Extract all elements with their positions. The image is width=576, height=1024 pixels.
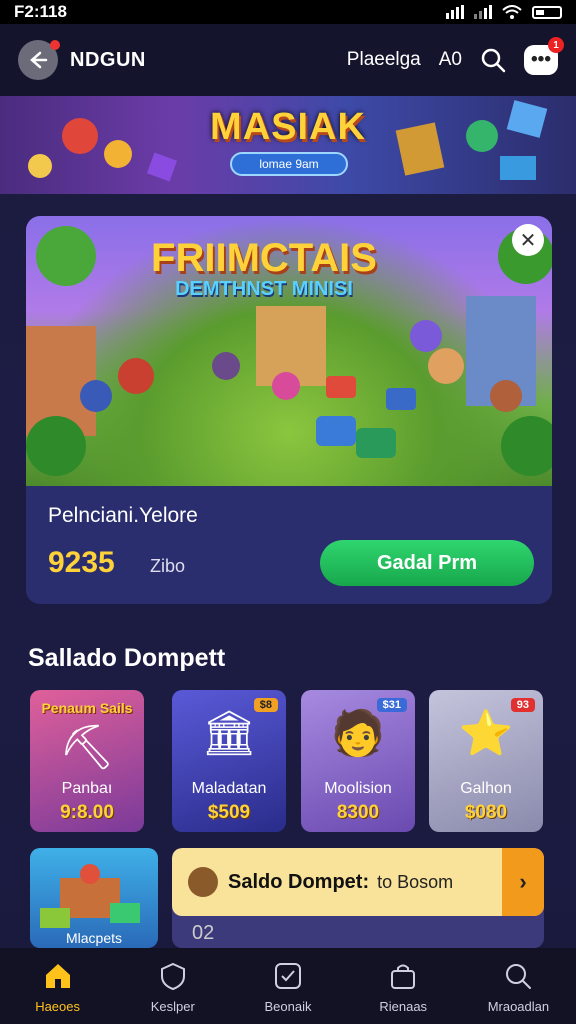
bag-icon [386, 959, 420, 993]
search-icon [501, 959, 535, 993]
bottom-nav: Haeoes Keslper Beonaik Rienaas Mraoadlan [0, 948, 576, 1024]
game-price-sub: Zibo [150, 556, 186, 576]
square-check-icon [271, 959, 305, 993]
tile-price: 9:8.00 [60, 802, 114, 823]
shop-tile[interactable]: 93 ⭐ Galhon $080 [429, 690, 543, 832]
banner-title: MASIAK [210, 106, 366, 148]
chat-badge: 1 [548, 37, 564, 53]
wallet-extra: 02 [192, 922, 215, 944]
wallet-bar[interactable]: Saldo Dompet: to Bosom › [172, 848, 544, 916]
status-icons [446, 5, 562, 19]
tile-price: $080 [464, 802, 508, 823]
tile-icon: ⭐ [458, 709, 514, 758]
promo-banner[interactable]: MASIAK lomae 9am [0, 96, 576, 194]
shop-tile[interactable]: Penaum Sails ⛏ Panbaı 9:8.00 [30, 690, 144, 832]
tile-icon: 🏛 [201, 709, 257, 758]
nav-item-search[interactable]: Mraoadlan [461, 948, 576, 1024]
nav-item-shop[interactable]: Rienaas [346, 948, 461, 1024]
tile-label: Mlacpets [65, 930, 123, 946]
tile-name: Moolision [324, 780, 392, 797]
wallet-icon [188, 867, 218, 897]
tile-name: Galhon [460, 780, 512, 797]
tile-price: $509 [207, 802, 251, 823]
tile-name: Panbaı [61, 780, 113, 797]
app-title: NDGUN [70, 48, 146, 71]
tile-tag: $8 [253, 698, 278, 712]
game-price: 9235 [48, 546, 115, 579]
app-header: NDGUN Plaeelga A0 ••• 1 [0, 24, 576, 96]
arrow-left-icon [30, 51, 48, 69]
featured-game-card[interactable]: FRIIMCTAIS DEMTHNST MINISI ✕ Pelnciani.Y… [26, 216, 552, 604]
status-bar: F2:118 [0, 0, 576, 24]
chevron-right-icon[interactable]: › [502, 848, 544, 916]
battery-icon [532, 5, 562, 19]
nav-label: Mraoadlan [487, 998, 550, 1014]
wallet-label: Saldo Dompet: [228, 870, 370, 893]
shop-tile[interactable]: $31 🧑 Moolision 8300 [301, 690, 415, 832]
back-button[interactable] [18, 40, 60, 80]
signal-icon [446, 5, 464, 19]
game-info: Pelnciani.Yelore 9235 Zibo Gadal Prm [26, 486, 552, 604]
game-art: FRIIMCTAIS DEMTHNST MINISI [26, 216, 552, 486]
nav-label: Beonaik [264, 998, 312, 1014]
nav-label: Haeoes [35, 998, 80, 1014]
chat-icon: ••• [531, 49, 551, 70]
signal-bars-icon [474, 5, 492, 19]
status-time: F2:118 [14, 2, 67, 21]
tile-icon: 🧑 [330, 709, 386, 758]
notification-dot [50, 40, 60, 50]
chat-button[interactable]: ••• 1 [524, 37, 564, 75]
header-counter: A0 [438, 49, 462, 70]
search-icon[interactable] [480, 47, 506, 73]
nav-item-bonus[interactable]: Beonaik [230, 948, 345, 1024]
wallet-sub: to Bosom [377, 871, 454, 892]
nav-item-keeper[interactable]: Keslper [115, 948, 230, 1024]
header-link[interactable]: Plaeelga [347, 49, 421, 71]
close-button[interactable]: ✕ [512, 224, 544, 256]
tile-tag: 93 [510, 698, 535, 712]
shop-tile[interactable]: $8 🏛 Maladatan $509 [172, 690, 286, 832]
tile-icon: ⛏ [59, 723, 115, 772]
nav-item-home[interactable]: Haeoes [0, 948, 115, 1024]
nav-label: Rienaas [379, 998, 428, 1014]
art-subtitle: DEMTHNST MINISI [175, 278, 353, 300]
wifi-icon [502, 5, 522, 19]
banner-pill: lomae 9am [230, 152, 348, 176]
get-game-button[interactable]: Gadal Prm [320, 540, 534, 586]
nav-label: Keslper [150, 998, 195, 1014]
shop-tile-small[interactable]: Mlacpets [30, 848, 158, 948]
tile-price: 8300 [336, 802, 380, 823]
wallet-card[interactable]: Saldo Dompet: to Bosom › 02 [172, 848, 544, 948]
section-title: Sallado Dompett [28, 644, 226, 672]
home-icon [41, 959, 75, 993]
shield-icon [156, 959, 190, 993]
art-title: FRIIMCTAIS [151, 236, 377, 280]
game-name: Pelnciani.Yelore [48, 504, 198, 527]
tile-name: Maladatan [191, 780, 267, 797]
close-icon: ✕ [519, 229, 537, 252]
tile-header: Penaum Sails [41, 700, 133, 716]
